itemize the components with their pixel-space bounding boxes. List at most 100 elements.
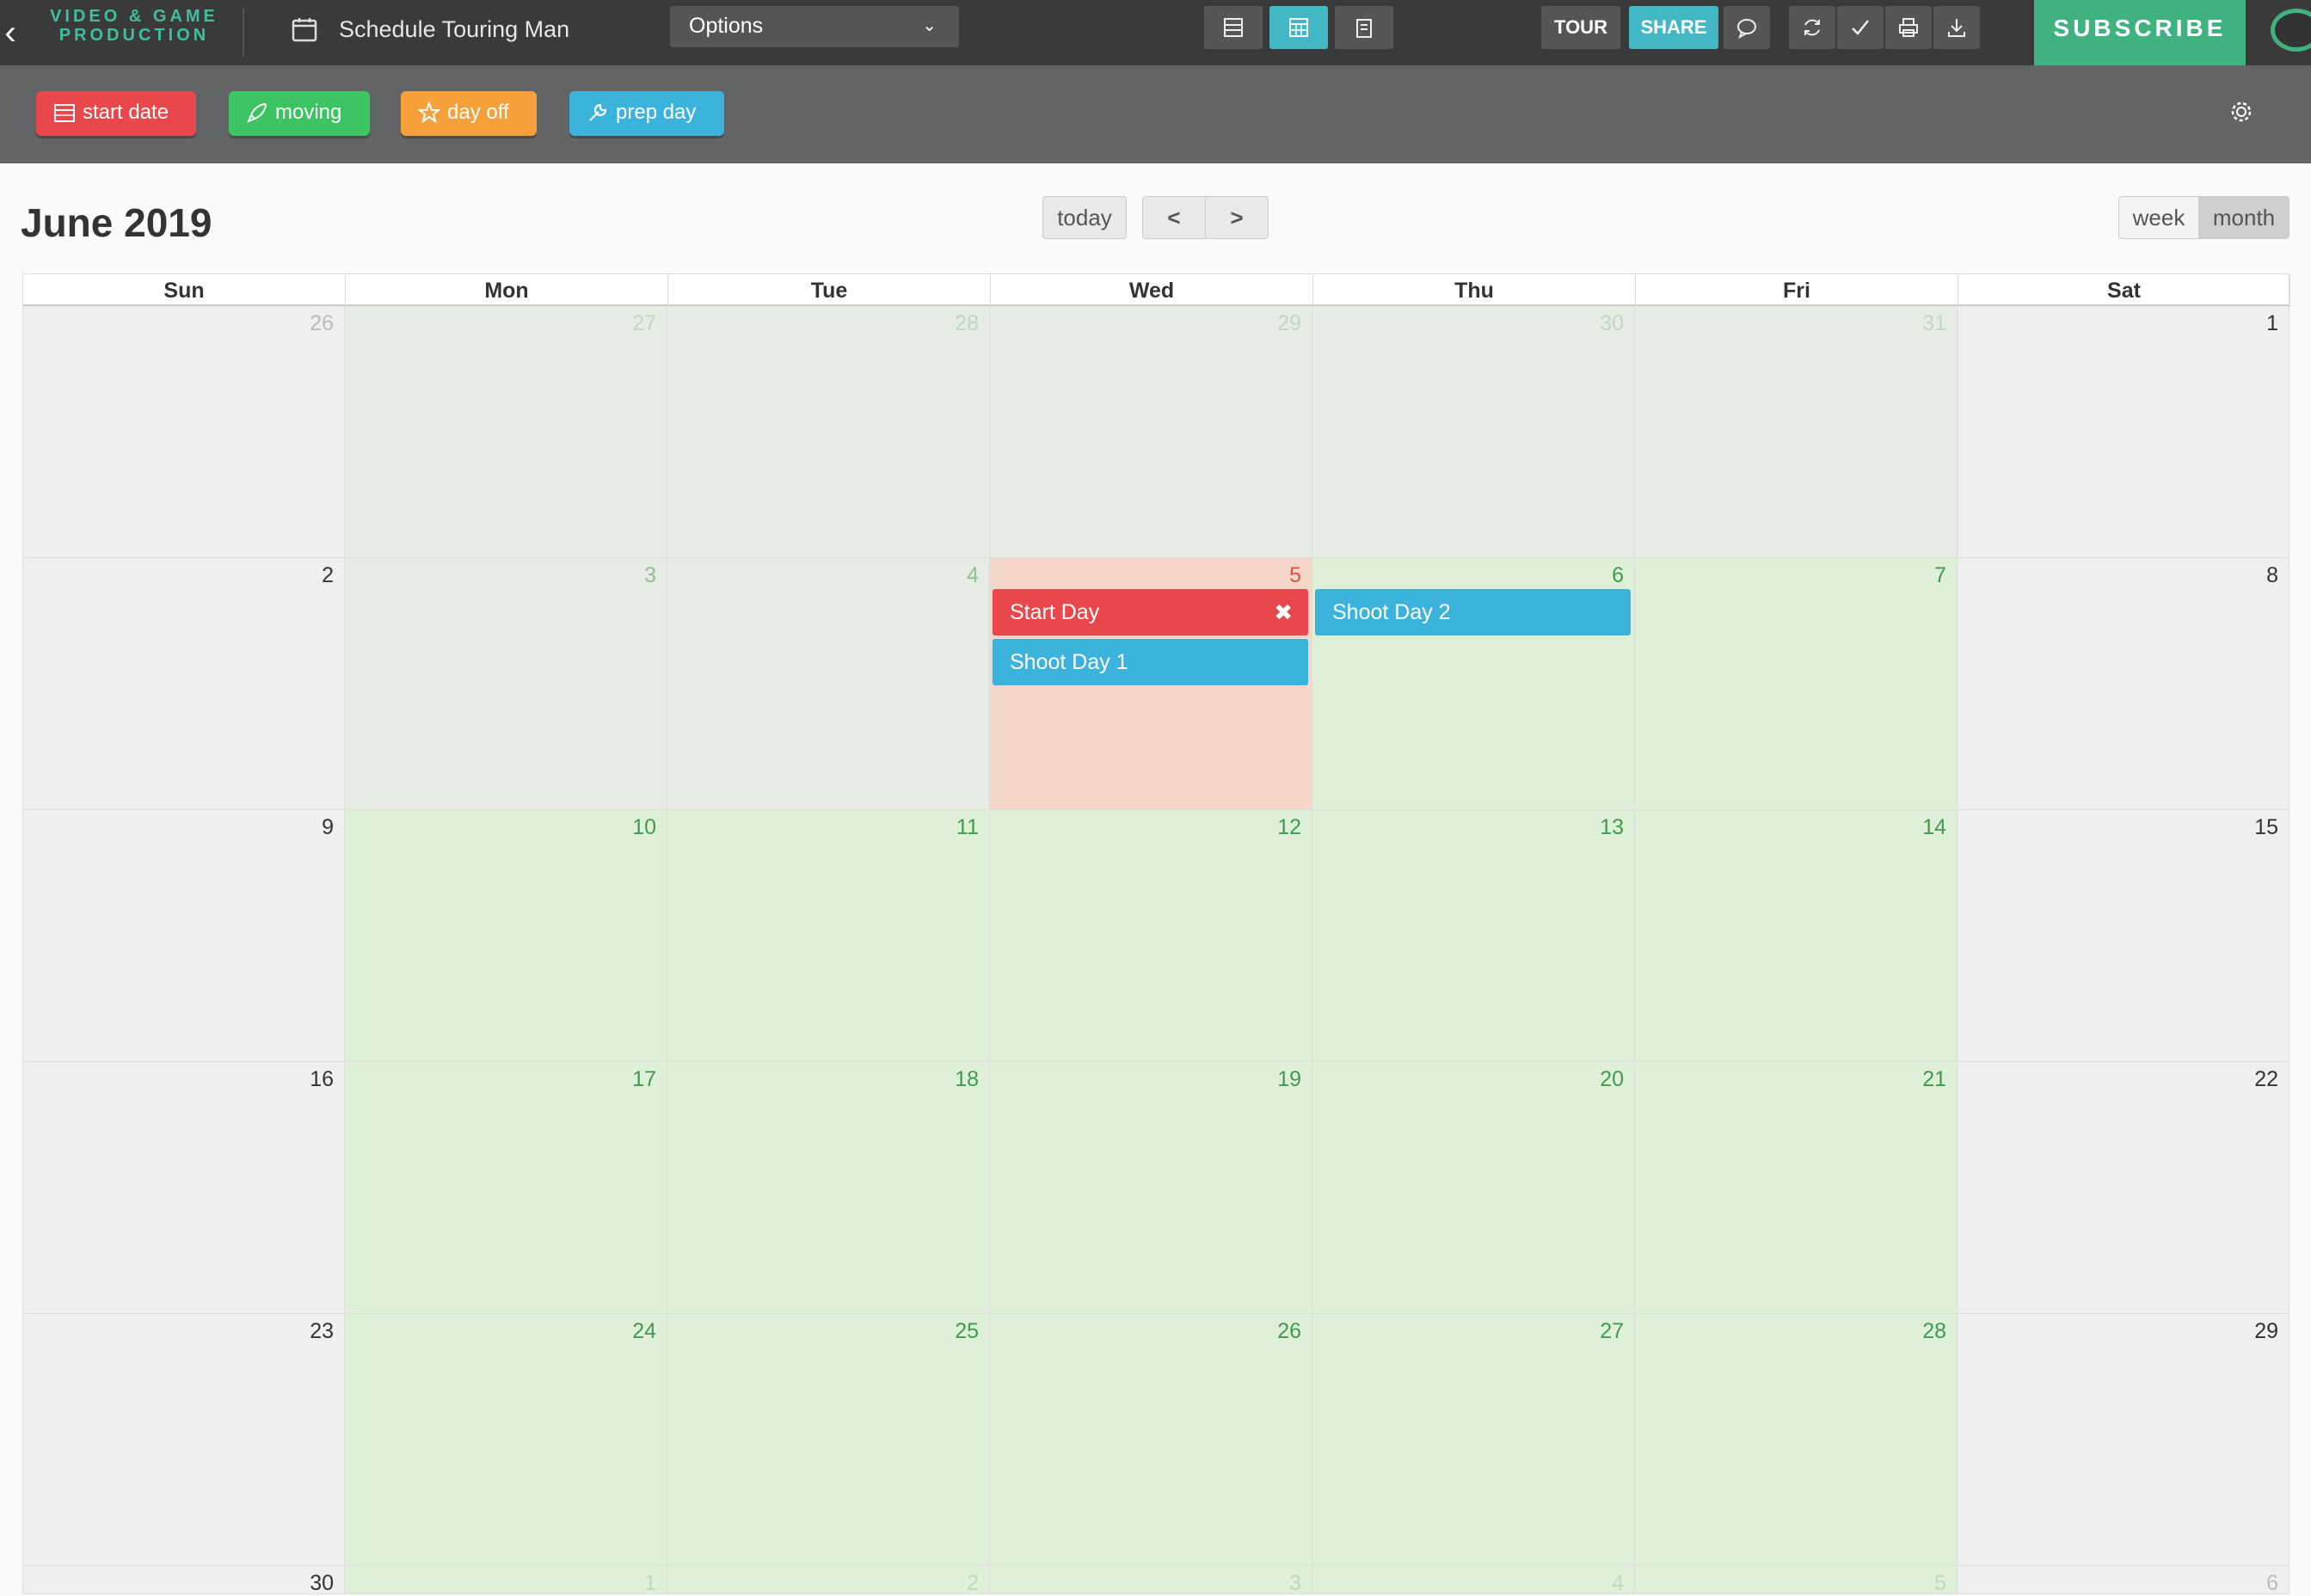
share-button[interactable]: SHARE <box>1629 6 1718 49</box>
day-cell[interactable]: 9 <box>22 810 345 1062</box>
avatar[interactable] <box>2271 9 2311 52</box>
calendar-event[interactable]: Shoot Day 2 <box>1315 589 1631 635</box>
subscribe-button[interactable]: SUBSCRIBE <box>2034 0 2246 65</box>
day-number: 29 <box>2254 1319 2278 1343</box>
brand-line-1: VIDEO & GAME <box>50 7 218 26</box>
tour-button[interactable]: TOUR <box>1541 6 1620 49</box>
tag-moving[interactable]: moving <box>229 91 370 136</box>
day-cell[interactable]: 1 <box>1958 306 2289 558</box>
tag-day-off[interactable]: day off <box>401 91 537 136</box>
gear-icon[interactable] <box>2229 100 2253 124</box>
day-cell[interactable]: 28 <box>667 306 990 558</box>
options-dropdown[interactable]: Options ⌄ <box>670 6 959 47</box>
day-cell[interactable]: 12 <box>990 810 1312 1062</box>
options-label: Options <box>689 14 764 38</box>
day-number: 27 <box>632 311 656 335</box>
tag-label: day off <box>447 101 509 124</box>
refresh-icon <box>1804 19 1820 36</box>
approve-button[interactable] <box>1837 6 1884 49</box>
day-cell[interactable]: 20 <box>1312 1062 1635 1314</box>
brand-logo[interactable]: VIDEO & GAME PRODUCTION <box>48 7 220 48</box>
day-cell[interactable]: 8 <box>1958 558 2289 810</box>
day-cell[interactable]: 6 <box>1958 1566 2289 1595</box>
calendar-event[interactable]: Shoot Day 1 <box>993 639 1308 685</box>
prev-month-button[interactable]: < <box>1142 196 1206 239</box>
day-cell[interactable]: 7 <box>1635 558 1958 810</box>
day-number: 30 <box>310 1571 334 1595</box>
tag-prep-day[interactable]: prep day <box>569 91 724 136</box>
calendar-event[interactable]: Start Day ✖ <box>993 589 1308 635</box>
weekday-tue: Tue <box>668 274 991 307</box>
tag-label: moving <box>275 101 342 124</box>
month-view-button[interactable]: month <box>2198 196 2289 239</box>
day-cell[interactable]: 18 <box>667 1062 990 1314</box>
day-cell[interactable]: 3 <box>990 1566 1312 1595</box>
day-cell[interactable]: 2 <box>667 1566 990 1595</box>
weekday-wed: Wed <box>991 274 1313 307</box>
event-title: Shoot Day 1 <box>1010 650 1128 674</box>
calendar-icon <box>292 18 317 42</box>
day-cell[interactable]: 26 <box>22 306 345 558</box>
next-month-button[interactable]: > <box>1205 196 1269 239</box>
day-cell[interactable]: 14 <box>1635 810 1958 1062</box>
day-cell[interactable]: 2 <box>22 558 345 810</box>
day-number: 22 <box>2254 1067 2278 1091</box>
day-cell[interactable]: 23 <box>22 1314 345 1566</box>
day-cell[interactable]: 15 <box>1958 810 2289 1062</box>
day-cell[interactable]: 21 <box>1635 1062 1958 1314</box>
day-cell[interactable]: 24 <box>345 1314 667 1566</box>
chevron-right-icon: > <box>1230 205 1244 230</box>
comments-button[interactable] <box>1724 6 1770 49</box>
clipboard-view-button[interactable] <box>1335 6 1393 49</box>
day-cell[interactable]: 30 <box>1312 306 1635 558</box>
day-number: 26 <box>1277 1319 1301 1343</box>
day-cell[interactable]: 30 <box>22 1566 345 1595</box>
day-cell[interactable]: 27 <box>345 306 667 558</box>
weekday-sun: Sun <box>23 274 346 307</box>
day-cell[interactable]: 31 <box>1635 306 1958 558</box>
day-number: 10 <box>632 815 656 839</box>
brand-line-2: PRODUCTION <box>58 26 210 45</box>
print-button[interactable] <box>1885 6 1932 49</box>
today-button[interactable]: today <box>1042 196 1127 239</box>
day-cell[interactable]: 26 <box>990 1314 1312 1566</box>
chevron-left-icon: < <box>1167 205 1181 230</box>
rocket-icon <box>247 102 267 123</box>
day-cell[interactable]: 10 <box>345 810 667 1062</box>
day-number: 5 <box>1934 1571 1946 1595</box>
day-cell[interactable]: 13 <box>1312 810 1635 1062</box>
day-cell[interactable]: 27 <box>1312 1314 1635 1566</box>
close-icon[interactable]: ✖ <box>1274 589 1293 635</box>
day-number: 18 <box>955 1067 979 1091</box>
day-cell[interactable]: 29 <box>990 306 1312 558</box>
day-number: 14 <box>1922 815 1946 839</box>
day-cell[interactable]: 29 <box>1958 1314 2289 1566</box>
day-cell[interactable]: 1 <box>345 1566 667 1595</box>
day-cell[interactable]: 22 <box>1958 1062 2289 1314</box>
day-cell[interactable]: 4 <box>667 558 990 810</box>
day-cell[interactable]: 11 <box>667 810 990 1062</box>
refresh-button[interactable] <box>1789 6 1835 49</box>
tag-start-date[interactable]: start date <box>36 91 196 136</box>
weekday-mon: Mon <box>346 274 668 307</box>
document-title[interactable]: Schedule Touring Man <box>339 12 569 46</box>
day-cell[interactable]: 4 <box>1312 1566 1635 1595</box>
day-number: 9 <box>322 815 334 839</box>
download-button[interactable] <box>1933 6 1980 49</box>
divider <box>243 9 244 57</box>
list-view-button[interactable] <box>1204 6 1263 49</box>
day-cell[interactable]: 5 <box>1635 1566 1958 1595</box>
day-cell[interactable]: 28 <box>1635 1314 1958 1566</box>
back-chevron-icon[interactable]: ‹ <box>0 12 21 53</box>
calendar-view-button[interactable] <box>1269 6 1328 49</box>
tag-bar: start date moving day off prep day <box>0 65 2311 163</box>
check-icon <box>1852 20 1869 35</box>
week-view-button[interactable]: week <box>2118 196 2199 239</box>
day-cell[interactable]: 19 <box>990 1062 1312 1314</box>
comment-icon <box>1737 19 1756 40</box>
day-number: 21 <box>1922 1067 1946 1091</box>
day-cell[interactable]: 3 <box>345 558 667 810</box>
day-cell[interactable]: 16 <box>22 1062 345 1314</box>
day-cell[interactable]: 25 <box>667 1314 990 1566</box>
day-cell[interactable]: 17 <box>345 1062 667 1314</box>
